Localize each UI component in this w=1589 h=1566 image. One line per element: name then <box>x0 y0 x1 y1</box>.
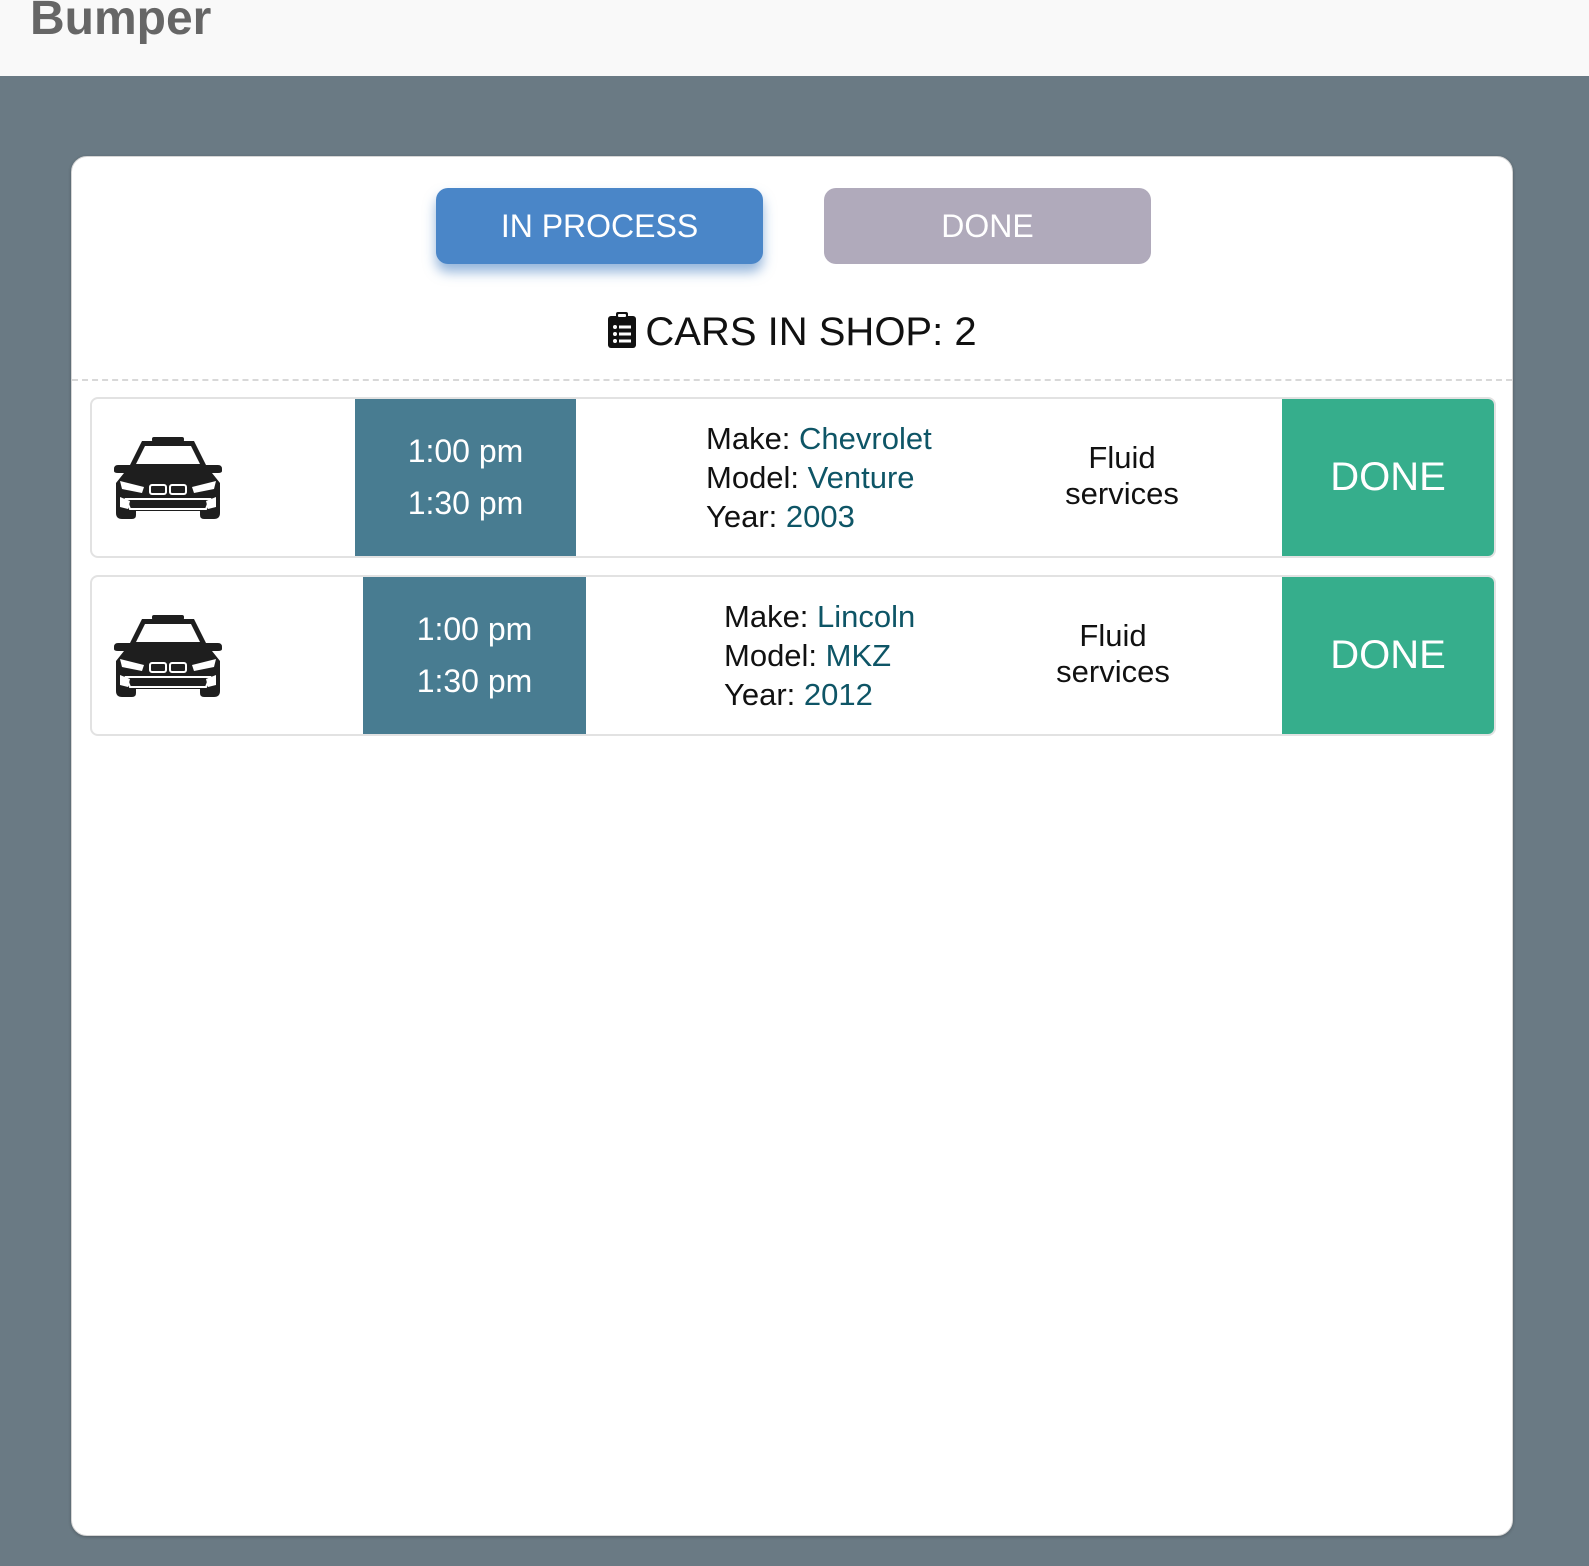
year-value: 2012 <box>803 677 873 712</box>
year-label: Year: <box>724 677 796 712</box>
model-value: MKZ <box>825 638 892 673</box>
model-line: Model: Venture <box>706 458 932 497</box>
time-start: 1:00 pm <box>416 611 533 647</box>
vehicle-details: Make: Lincoln Model: MKZ Year: 2012 <box>724 597 915 714</box>
model-value: Venture <box>807 460 915 495</box>
clipboard-list-icon <box>607 311 637 361</box>
car-front-icon <box>112 435 224 526</box>
mark-done-button[interactable]: DONE <box>1282 399 1494 556</box>
mark-done-button[interactable]: DONE <box>1282 577 1494 734</box>
model-line: Model: MKZ <box>724 636 915 675</box>
service-line-1: Fluid <box>1079 618 1147 653</box>
vehicle-details: Make: Chevrolet Model: Venture Year: 200… <box>706 419 932 536</box>
top-bar: Bumper <box>0 0 1589 76</box>
service-line-2: services <box>1056 654 1170 689</box>
make-line: Make: Chevrolet <box>706 419 932 458</box>
make-label: Make: <box>724 599 809 634</box>
make-value: Lincoln <box>817 599 916 634</box>
tab-done[interactable]: DONE <box>824 188 1151 264</box>
tab-in-process[interactable]: IN PROCESS <box>436 188 763 264</box>
make-label: Make: <box>706 421 791 456</box>
car-front-icon <box>112 613 224 704</box>
cars-in-shop-heading: CARS IN SHOP: 2 <box>72 307 1512 361</box>
make-value: Chevrolet <box>799 421 932 456</box>
service-line-1: Fluid <box>1088 440 1156 475</box>
time-end: 1:30 pm <box>407 485 524 521</box>
cars-in-shop-label: CARS IN SHOP: 2 <box>645 310 977 354</box>
make-line: Make: Lincoln <box>724 597 915 636</box>
shop-panel: IN PROCESS DONE CARS IN SHOP: 2 1:00 pm … <box>71 156 1513 1536</box>
year-label: Year: <box>706 499 778 534</box>
year-line: Year: 2012 <box>724 675 915 714</box>
car-row: 1:00 pm 1:30 pm Make: Chevrolet Model: V… <box>90 397 1496 558</box>
time-end: 1:30 pm <box>416 663 533 699</box>
service-type: Fluid services <box>1023 618 1203 690</box>
service-type: Fluid services <box>1032 440 1212 512</box>
app-brand: Bumper <box>30 0 212 45</box>
car-row: 1:00 pm 1:30 pm Make: Lincoln Model: MKZ… <box>90 575 1496 736</box>
model-label: Model: <box>724 638 818 673</box>
year-value: 2003 <box>785 499 855 534</box>
time-start: 1:00 pm <box>407 433 524 469</box>
model-label: Model: <box>706 460 800 495</box>
appointment-time: 1:00 pm 1:30 pm <box>355 399 576 556</box>
divider <box>72 379 1512 381</box>
appointment-time: 1:00 pm 1:30 pm <box>363 577 586 734</box>
year-line: Year: 2003 <box>706 497 932 536</box>
service-line-2: services <box>1065 476 1179 511</box>
